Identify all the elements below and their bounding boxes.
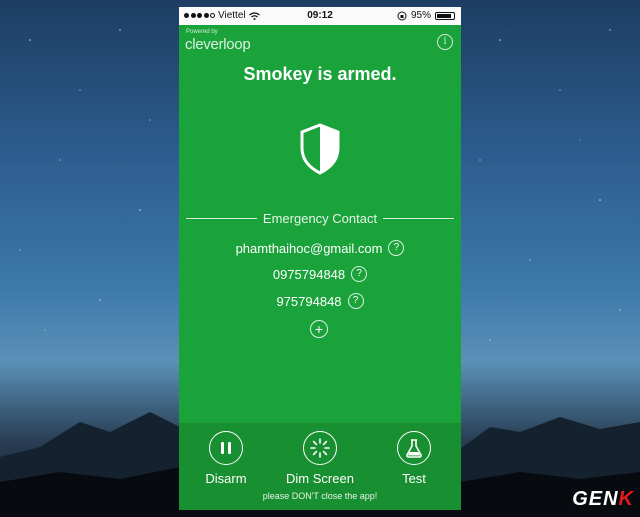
emergency-contact-header: Emergency Contact [186,211,455,226]
status-bar: Viettel 09:12 95% [179,7,461,25]
battery-icon [435,11,455,20]
powered-by-label: Powered by [186,29,218,35]
emergency-contact-label: Emergency Contact [262,211,378,226]
watermark-accent: K [618,488,634,510]
dim-screen-button[interactable]: Dim Screen [280,431,360,486]
contact-phone[interactable]: 0975794848 [273,267,345,282]
armed-status-title: Smokey is armed. [243,64,397,84]
watermark-text: GEN [572,488,619,510]
help-icon[interactable]: ? [347,293,364,309]
contact-row[interactable]: phamthaihoc@gmail.com ? [179,240,461,256]
test-button[interactable]: Test [374,431,454,486]
divider [186,218,257,219]
info-icon[interactable]: i [437,34,453,50]
dont-close-warning: please DON'T close the app! [262,491,378,501]
orientation-lock-icon [397,11,407,20]
test-label: Test [402,471,426,486]
dim-screen-icon [303,431,337,465]
contact-row[interactable]: 0975794848 ? [179,266,461,282]
genk-watermark: GENK [572,488,634,511]
help-icon[interactable]: ? [388,240,405,256]
shield-icon [300,123,340,175]
disarm-label: Disarm [205,471,247,486]
phone-screen: Viettel 09:12 95% Powered by cleverloop … [179,7,461,510]
flask-icon [397,431,431,465]
help-icon[interactable]: ? [351,266,368,282]
divider [383,218,455,219]
contact-email[interactable]: phamthaihoc@gmail.com [236,241,383,256]
disarm-button[interactable]: Disarm [186,431,266,486]
contact-row[interactable]: 975794848 ? [179,293,461,309]
battery-percent: 95% [410,10,431,21]
contact-phone[interactable]: 975794848 [276,294,341,309]
dim-screen-label: Dim Screen [286,471,354,486]
cleverloop-logo: cleverloop [185,36,251,53]
pause-icon [209,431,243,465]
add-contact-button[interactable]: + [310,320,328,338]
